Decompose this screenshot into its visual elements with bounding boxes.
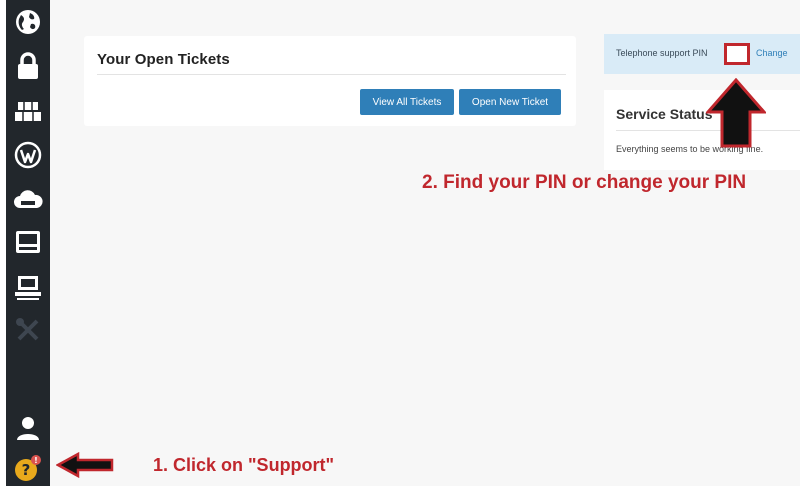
- support-icon: ? !: [15, 455, 41, 481]
- sidebar-item-dedicated[interactable]: [6, 268, 50, 308]
- tools-icon: [16, 318, 39, 341]
- step-2-instruction: 2. Find your PIN or change your PIN: [422, 172, 747, 193]
- pin-value-highlight: [724, 43, 750, 65]
- main-content: Your Open Tickets View All Tickets Open …: [50, 0, 800, 486]
- pin-label: Telephone support PIN: [616, 48, 708, 58]
- left-arrow-annotation: [56, 452, 114, 478]
- change-pin-link[interactable]: Change: [756, 48, 788, 58]
- wordpress-icon: [14, 141, 42, 169]
- sidebar-item-globe[interactable]: [6, 2, 50, 42]
- hosting-icon: [15, 102, 41, 121]
- sidebar-item-hosting[interactable]: [6, 92, 50, 132]
- sidebar-item-cloud[interactable]: [6, 180, 50, 220]
- sidebar: ? !: [6, 0, 50, 486]
- up-arrow-annotation: [706, 78, 766, 148]
- open-tickets-title: Your Open Tickets: [97, 51, 230, 68]
- sidebar-item-security[interactable]: [6, 46, 50, 86]
- divider: [97, 74, 566, 75]
- globe-icon: [16, 10, 40, 34]
- telephone-pin-bar: Telephone support PIN Change: [604, 34, 800, 74]
- user-icon: [17, 417, 39, 440]
- cloud-icon: [14, 190, 43, 208]
- sidebar-item-wordpress[interactable]: [6, 135, 50, 175]
- sidebar-item-tools[interactable]: [6, 310, 50, 350]
- service-status-panel: Service Status Everything seems to be wo…: [604, 90, 800, 170]
- service-status-title: Service Status: [616, 106, 713, 122]
- open-new-ticket-button[interactable]: Open New Ticket: [459, 89, 561, 115]
- sidebar-item-account[interactable]: [6, 408, 50, 448]
- sidebar-item-support[interactable]: ? !: [6, 448, 50, 486]
- dedicated-server-icon: [15, 276, 41, 300]
- lock-icon: [18, 52, 38, 79]
- support-badge: !: [34, 456, 38, 465]
- server-icon: [16, 231, 40, 253]
- svg-text:?: ?: [22, 461, 31, 479]
- step-1-instruction: 1. Click on "Support": [153, 455, 335, 475]
- open-tickets-panel: Your Open Tickets View All Tickets Open …: [84, 36, 576, 126]
- sidebar-item-server[interactable]: [6, 222, 50, 262]
- view-all-tickets-button[interactable]: View All Tickets: [360, 89, 454, 115]
